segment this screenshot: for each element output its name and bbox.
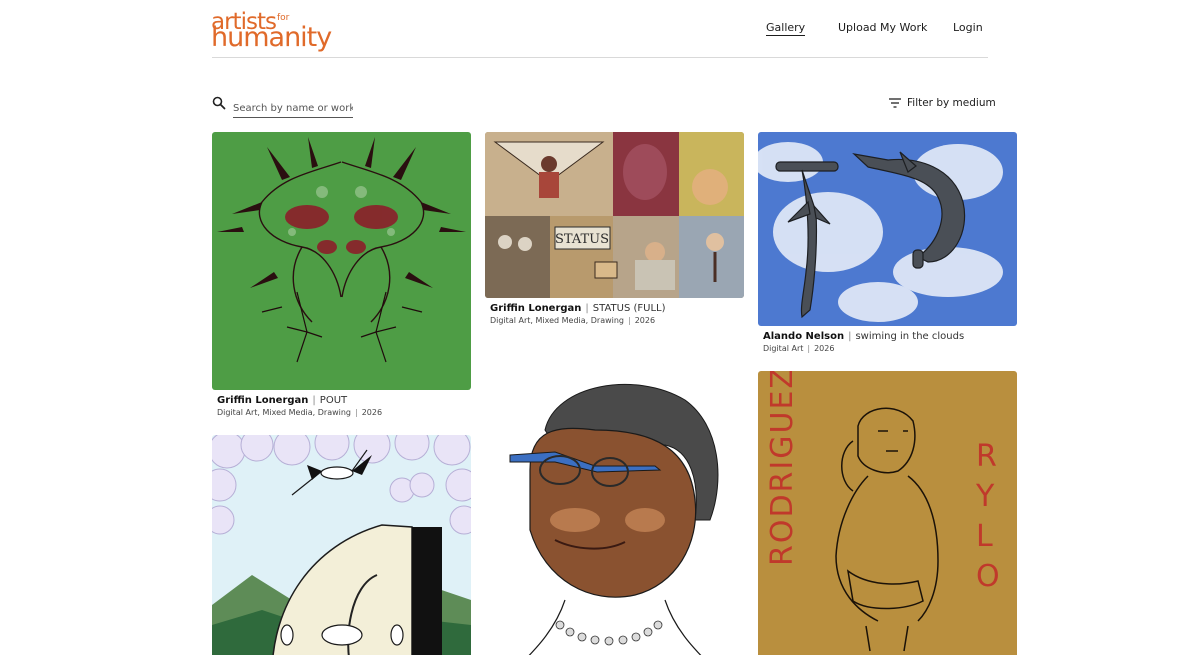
svg-text:RODRIGUEZ: RODRIGUEZ xyxy=(765,371,800,566)
rodriguez-rylo-sketch-art-image: RODRIGUEZ R Y L O xyxy=(758,371,1017,655)
artwork-medium: Digital Art, Mixed Media, Drawing xyxy=(217,408,352,417)
artwork-medium: Digital Art xyxy=(763,344,804,353)
artwork-year: 2026 xyxy=(634,316,656,325)
svg-text:O: O xyxy=(976,559,1000,594)
separator: | xyxy=(585,303,589,314)
svg-text:Y: Y xyxy=(975,479,995,514)
artist-name[interactable]: Griffin Lonergan xyxy=(490,303,581,314)
artwork-card[interactable]: RODRIGUEZ R Y L O xyxy=(758,371,1017,655)
artwork-card[interactable]: Griffin Lonergan | POUT Digital Art, Mixed… xyxy=(212,132,471,422)
cranes-landscape-art-image xyxy=(212,435,471,655)
artist-name[interactable]: Griffin Lonergan xyxy=(217,395,308,406)
symmetric-thorn-art-image xyxy=(212,132,471,390)
artwork-year: 2026 xyxy=(361,408,383,417)
artwork-year: 2026 xyxy=(814,344,835,353)
artwork-caption: Griffin Lonergan | POUT Digital Art, Mixed… xyxy=(217,395,382,417)
filter-label: Filter by medium xyxy=(907,97,996,109)
search-icon[interactable] xyxy=(212,96,226,110)
filter-icon xyxy=(889,98,901,108)
artwork-card[interactable]: STATUS Griffin Lonergan | STATUS (FULL) Di… xyxy=(485,132,744,332)
header-divider xyxy=(212,57,988,58)
artist-name[interactable]: Alando Nelson xyxy=(763,331,844,342)
artwork-card[interactable] xyxy=(212,435,471,655)
svg-text:STATUS: STATUS xyxy=(555,232,609,247)
artwork-title: swiming in the clouds xyxy=(855,331,965,342)
nav-login-link[interactable]: Login xyxy=(953,21,983,34)
separator: | xyxy=(807,344,811,353)
filter-by-medium-button[interactable]: Filter by medium xyxy=(889,97,996,109)
search-input[interactable] xyxy=(233,103,353,114)
search-field xyxy=(233,96,353,118)
artwork-card[interactable]: Alando Nelson | swiming in the clouds Digi… xyxy=(758,132,1017,360)
separator: | xyxy=(312,395,316,406)
nav-gallery-link[interactable]: Gallery xyxy=(766,21,806,36)
collage-art-image: STATUS xyxy=(485,132,744,298)
artwork-caption: Alando Nelson | swiming in the clouds Digi… xyxy=(763,331,964,353)
artists-for-humanity-logo[interactable]: artistsfor humanity xyxy=(211,8,332,52)
artwork-title: POUT xyxy=(319,395,348,406)
svg-text:L: L xyxy=(976,519,993,554)
separator: | xyxy=(628,316,631,325)
artwork-medium: Digital Art, Mixed Media, Drawing xyxy=(490,316,625,325)
artwork-title: STATUS (FULL) xyxy=(592,303,666,314)
separator: | xyxy=(848,331,852,342)
nav-upload-link[interactable]: Upload My Work xyxy=(838,21,927,34)
portrait-woman-glasses-art-image xyxy=(485,370,744,655)
svg-text:R: R xyxy=(976,439,997,474)
logo-line2: humanity xyxy=(211,22,332,53)
separator: | xyxy=(355,408,358,417)
artwork-card[interactable] xyxy=(485,370,744,655)
artwork-caption: Griffin Lonergan | STATUS (FULL) Digital A… xyxy=(490,303,666,325)
hammerhead-sharks-art-image xyxy=(758,132,1017,326)
